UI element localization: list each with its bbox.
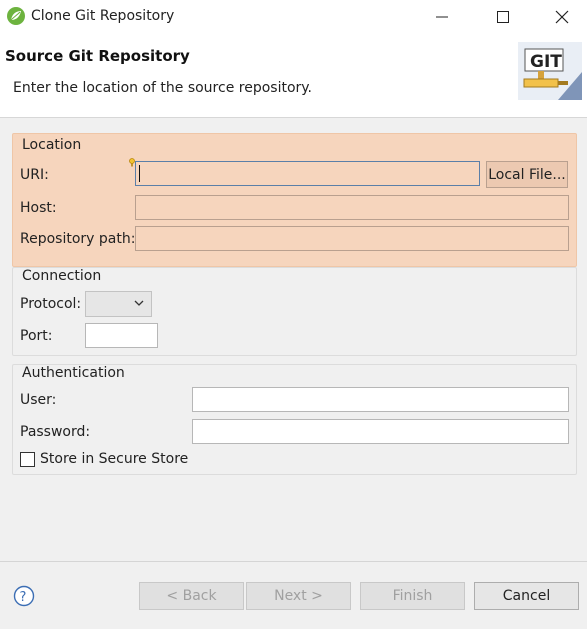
user-input[interactable]: [192, 387, 569, 412]
git-logo-icon: GIT: [518, 42, 582, 100]
port-input[interactable]: [85, 323, 158, 348]
uri-input[interactable]: [135, 161, 480, 186]
window-title: Clone Git Repository: [31, 8, 175, 24]
text-caret: [139, 165, 140, 182]
next-button[interactable]: Next >: [246, 582, 351, 610]
page-description: Enter the location of the source reposit…: [13, 80, 313, 96]
cancel-button[interactable]: Cancel: [474, 582, 579, 610]
page-title: Source Git Repository: [5, 47, 190, 65]
local-file-button[interactable]: Local File...: [486, 161, 568, 188]
git-logo-text: GIT: [530, 52, 562, 72]
footer-divider: [0, 561, 587, 562]
protocol-label: Protocol:: [20, 296, 82, 312]
user-label: User:: [20, 392, 57, 408]
repository-path-input[interactable]: [135, 226, 569, 251]
port-label: Port:: [20, 328, 53, 344]
minimize-icon: [436, 16, 448, 18]
minimize-button[interactable]: [419, 0, 465, 34]
svg-text:?: ?: [20, 590, 27, 605]
finish-button[interactable]: Finish: [360, 582, 465, 610]
maximize-button[interactable]: [480, 0, 526, 34]
help-icon[interactable]: ?: [13, 585, 35, 607]
location-group-label: Location: [21, 137, 83, 153]
store-secure-checkbox[interactable]: [20, 452, 35, 467]
authentication-group-label: Authentication: [21, 365, 126, 381]
connection-group-label: Connection: [21, 268, 103, 284]
repository-path-label: Repository path:: [20, 231, 136, 247]
protocol-select[interactable]: [85, 291, 152, 317]
host-label: Host:: [20, 200, 57, 216]
store-secure-label[interactable]: Store in Secure Store: [40, 451, 188, 467]
password-input[interactable]: [192, 419, 569, 444]
host-input[interactable]: [135, 195, 569, 220]
close-icon: [555, 10, 569, 24]
back-button[interactable]: < Back: [139, 582, 244, 610]
password-label: Password:: [20, 424, 91, 440]
title-bar: Clone Git Repository: [0, 0, 587, 34]
wizard-header: Source Git Repository Enter the location…: [0, 34, 587, 118]
maximize-icon: [497, 11, 509, 23]
close-button[interactable]: [539, 0, 585, 34]
chevron-down-icon: [134, 300, 144, 306]
uri-label: URI:: [20, 167, 49, 183]
spring-leaf-icon: [7, 7, 25, 25]
